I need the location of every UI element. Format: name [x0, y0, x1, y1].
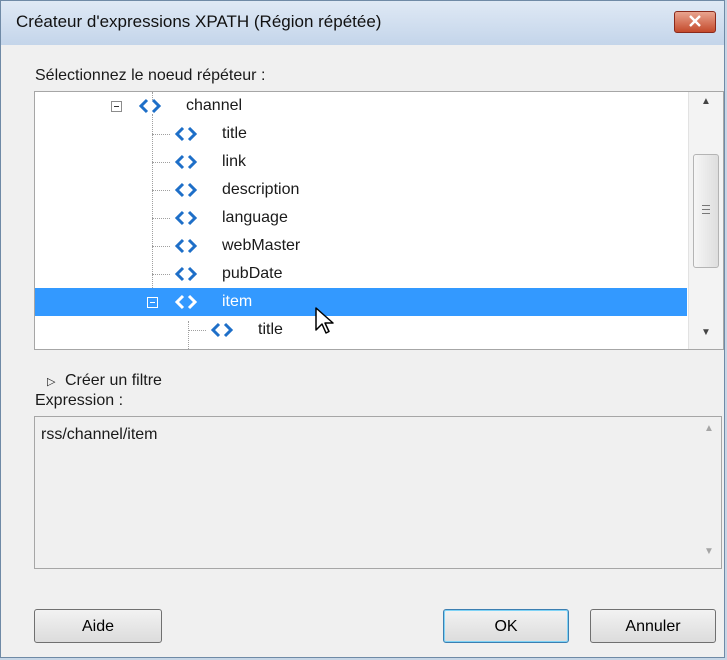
help-button[interactable]: Aide — [34, 609, 162, 643]
tree-node-title[interactable]: title — [35, 120, 687, 148]
select-node-label: Sélectionnez le noeud répéteur : — [35, 67, 266, 84]
tree-node-webmaster[interactable]: webMaster — [35, 232, 687, 260]
scroll-up-icon[interactable]: ▲ — [689, 96, 723, 118]
node-label: title — [258, 321, 283, 338]
xml-node-icon — [174, 294, 198, 310]
node-label: item — [222, 293, 253, 310]
dialog-title: Créateur d'expressions XPATH (Région rép… — [16, 12, 382, 31]
grip-line — [702, 209, 710, 210]
grip-line — [702, 205, 710, 206]
xml-node-icon — [210, 322, 234, 338]
grip-line — [702, 213, 710, 214]
xml-node-icon — [174, 238, 198, 254]
node-label: channel — [186, 97, 243, 114]
scroll-thumb[interactable] — [693, 154, 719, 268]
tree-node-pubdate[interactable]: pubDate — [35, 260, 687, 288]
mouse-cursor-icon — [315, 307, 334, 334]
node-label: pubDate — [222, 265, 283, 282]
xml-node-icon — [138, 98, 162, 114]
ok-button[interactable]: OK — [443, 609, 569, 643]
create-filter-label: Créer un filtre — [65, 372, 162, 389]
xml-node-icon — [174, 210, 198, 226]
close-icon — [689, 15, 701, 27]
node-label: link — [222, 153, 247, 170]
dialog-body: Sélectionnez le noeud répéteur : channel… — [9, 45, 724, 651]
expand-triangle-icon: ▷ — [47, 376, 56, 388]
xml-node-icon — [174, 126, 198, 142]
tree-node-item[interactable]: item — [35, 288, 687, 316]
cancel-button[interactable]: Annuler — [590, 609, 716, 643]
scroll-down-icon[interactable]: ▼ — [689, 327, 723, 349]
tree-node-item-title[interactable]: title — [35, 316, 687, 344]
expression-value: rss/channel/item — [41, 426, 158, 443]
tree-node-link[interactable]: link — [35, 148, 687, 176]
expression-label: Expression : — [35, 392, 124, 409]
node-tree[interactable]: channel title link description language … — [34, 91, 724, 350]
tree-scrollbar[interactable]: ▲ ▼ — [688, 92, 723, 349]
tree-node-description[interactable]: description — [35, 176, 687, 204]
node-label: description — [222, 181, 300, 198]
collapse-toggle[interactable] — [111, 101, 122, 112]
title-bar: Créateur d'expressions XPATH (Région rép… — [1, 1, 724, 45]
expression-scrollbar[interactable]: ▲ ▼ — [697, 417, 721, 568]
expression-field[interactable]: rss/channel/item ▲ ▼ — [34, 416, 722, 569]
scroll-down-icon[interactable]: ▼ — [697, 546, 721, 568]
node-label: webMaster — [222, 237, 301, 254]
scroll-up-icon[interactable]: ▲ — [697, 423, 721, 445]
xml-node-icon — [174, 154, 198, 170]
xpath-builder-dialog: Créateur d'expressions XPATH (Région rép… — [0, 0, 725, 658]
tree-node-channel[interactable]: channel — [35, 92, 687, 120]
collapse-toggle[interactable] — [147, 297, 158, 308]
node-label: language — [222, 209, 288, 226]
xml-node-icon — [174, 266, 198, 282]
tree-node-language[interactable]: language — [35, 204, 687, 232]
create-filter-expander[interactable]: ▷ Créer un filtre — [47, 372, 162, 390]
node-label: title — [222, 125, 247, 142]
xml-node-icon — [174, 182, 198, 198]
close-button[interactable] — [674, 11, 716, 33]
